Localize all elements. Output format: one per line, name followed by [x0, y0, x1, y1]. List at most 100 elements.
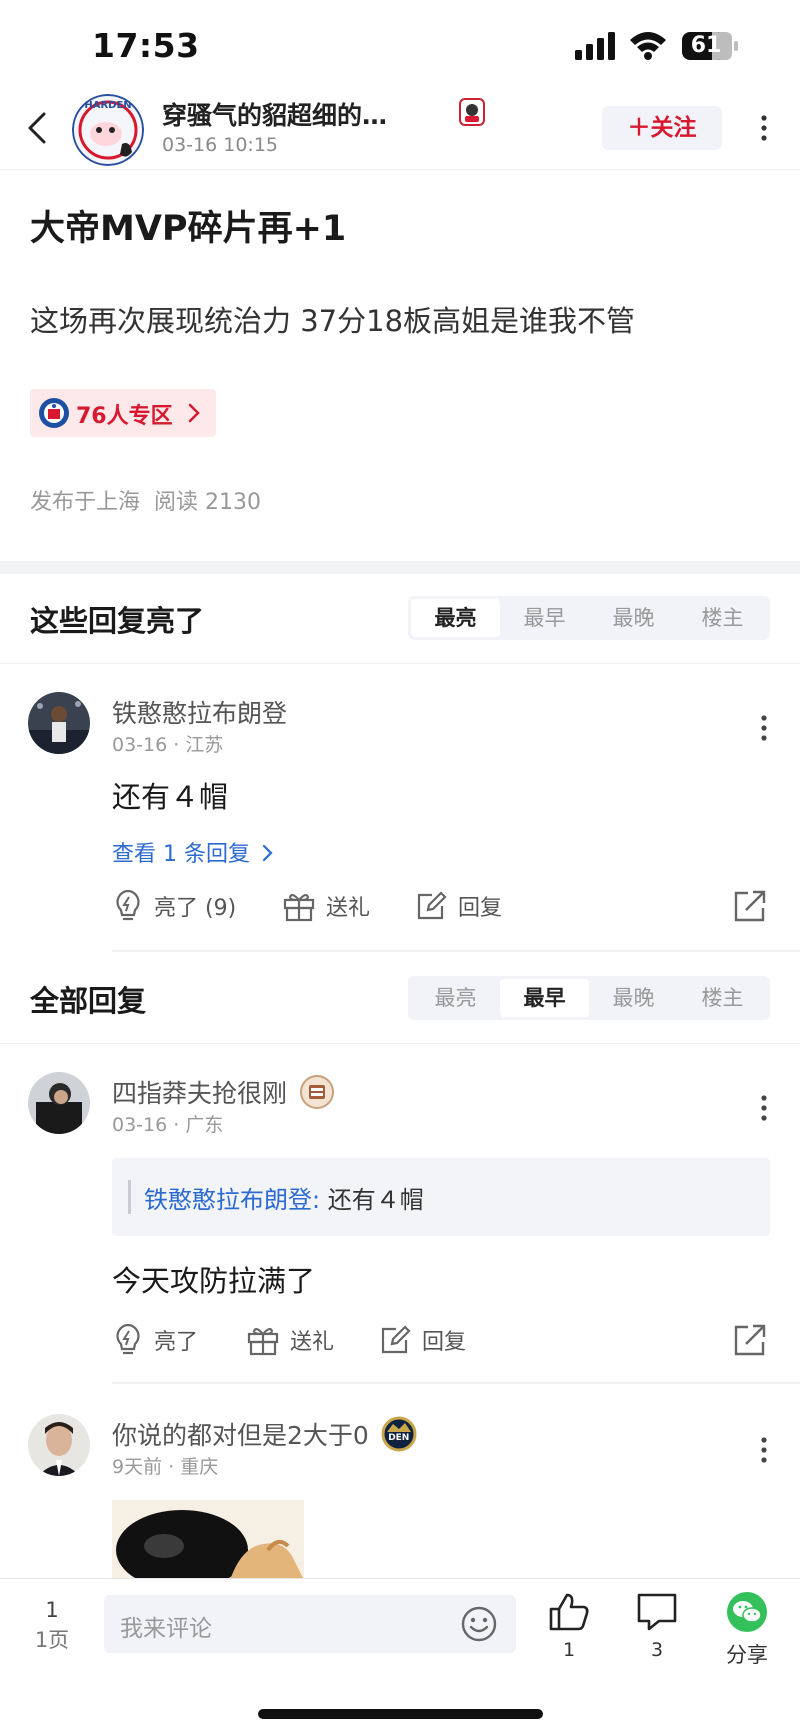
share-icon[interactable]: [732, 888, 768, 924]
user-avatar[interactable]: [28, 1414, 90, 1476]
sort-tab-op[interactable]: 楼主: [678, 599, 767, 637]
team-badge-icon: DEN: [381, 1416, 417, 1452]
comment-placeholder: 我来评论: [120, 1616, 212, 1642]
section-divider: [0, 561, 800, 574]
wifi-icon: [630, 32, 666, 60]
sort-tab-latest[interactable]: 最晚: [589, 599, 678, 637]
reply-actions: 亮了 送礼 回复: [112, 1318, 772, 1362]
section-title: 全部回复: [30, 984, 147, 1018]
back-arrow-icon[interactable]: [20, 108, 56, 148]
page-label: 1页: [34, 1628, 70, 1652]
status-time: 17:53: [92, 26, 200, 65]
emoji-icon[interactable]: [460, 1605, 498, 1643]
reply-divider: [112, 1382, 800, 1384]
reply-item: 四指莽夫抢很刚 03-16 · 广东 铁憨憨拉布朗登: 还有４帽 今天攻防拉满了…: [0, 1072, 800, 1372]
user-name[interactable]: 铁憨憨拉布朗登: [112, 694, 287, 730]
like-label: 亮了 (9): [154, 896, 237, 921]
author-name[interactable]: 穿骚气的貂超细的…: [162, 96, 452, 132]
comment-count: 3: [650, 1639, 664, 1661]
reply-item: 铁憨憨拉布朗登 03-16 · 江苏 还有４帽 查看 1 条回复 亮了 (9): [0, 692, 800, 952]
zone-tag[interactable]: 76人专区: [30, 389, 216, 437]
user-name[interactable]: 四指莽夫抢很刚: [112, 1074, 335, 1110]
reply-meta: 9天前 · 重庆: [112, 1456, 219, 1478]
sort-tab-earliest[interactable]: 最早: [500, 599, 589, 637]
view-replies-link[interactable]: 查看 1 条回复: [112, 836, 275, 868]
quote-bar: [128, 1180, 131, 1214]
quote-text: 铁憨憨拉布朗登: 还有４帽: [144, 1180, 424, 1215]
reply-button[interactable]: 回复: [378, 1318, 466, 1362]
more-options-icon[interactable]: [752, 1430, 776, 1470]
user-avatar[interactable]: [28, 692, 90, 754]
thumbs-up-icon: [549, 1593, 589, 1631]
reply-meta: 03-16 · 广东: [112, 1114, 224, 1136]
reply-divider: [112, 950, 800, 952]
post-title: 大帝MVP碎片再+1: [30, 209, 347, 249]
sort-tab-hot[interactable]: 最亮: [411, 979, 500, 1017]
edit-icon: [381, 1325, 411, 1354]
highlight-section-header: 这些回复亮了 最亮 最早 最晚 楼主: [0, 574, 800, 664]
sort-tabs: 最亮 最早 最晚 楼主: [408, 596, 770, 640]
like-button[interactable]: 亮了: [112, 1318, 198, 1362]
reply-image[interactable]: [112, 1500, 304, 1580]
reply-button[interactable]: 回复: [414, 884, 502, 928]
avatar-text: HARDEN: [84, 100, 132, 111]
gift-button[interactable]: 送礼: [246, 1318, 334, 1362]
like-button[interactable]: 亮了 (9): [112, 884, 236, 928]
share-button[interactable]: 分享: [712, 1591, 782, 1669]
user-avatar[interactable]: [28, 1072, 90, 1134]
like-post-button[interactable]: 1: [534, 1591, 604, 1661]
all-section-header: 全部回复 最亮 最早 最晚 楼主: [0, 954, 800, 1044]
user-name[interactable]: 你说的都对但是2大于0 DEN: [112, 1416, 417, 1452]
zone-label: 76人专区: [76, 404, 173, 429]
page-current: 1: [45, 1598, 59, 1622]
more-options-icon[interactable]: [752, 108, 776, 148]
battery-level: 61: [690, 33, 722, 58]
chevron-right-icon: [188, 403, 200, 423]
reply-actions: 亮了 (9) 送礼 回复: [112, 884, 772, 928]
more-options-icon[interactable]: [752, 708, 776, 748]
cellular-signal-icon: [575, 32, 615, 60]
post-header: HARDEN 穿骚气的貂超细的… 03-16 10:15 ＋关注: [0, 90, 800, 170]
more-options-icon[interactable]: [752, 1088, 776, 1128]
sort-tab-hot[interactable]: 最亮: [411, 599, 500, 637]
gift-button[interactable]: 送礼: [282, 884, 370, 928]
wechat-icon: [727, 1592, 767, 1632]
gift-label: 送礼: [326, 896, 371, 921]
sort-tab-latest[interactable]: 最晚: [589, 979, 678, 1017]
comments-button[interactable]: 3: [622, 1591, 692, 1661]
home-indicator[interactable]: [258, 1709, 543, 1719]
author-avatar[interactable]: HARDEN: [72, 94, 144, 166]
comment-icon: [637, 1593, 677, 1631]
bottom-bar: 1 1页 我来评论 1 3 分享: [0, 1578, 800, 1731]
share-label: 分享: [726, 1643, 768, 1667]
lightbulb-icon: [116, 1323, 140, 1355]
view-replies-label: 查看 1 条回复: [112, 842, 250, 867]
comment-input[interactable]: 我来评论: [104, 1595, 516, 1653]
user-badge-icon: [299, 1075, 334, 1109]
sort-tab-earliest[interactable]: 最早: [500, 979, 589, 1017]
gift-icon: [247, 1328, 279, 1356]
user-name-label: 四指莽夫抢很刚: [112, 1079, 288, 1108]
like-label: 亮了: [154, 1330, 199, 1355]
reply-label: 回复: [422, 1330, 467, 1355]
quoted-reply[interactable]: 铁憨憨拉布朗登: 还有４帽: [112, 1158, 770, 1236]
team-badge-label: DEN: [388, 1433, 410, 1443]
quote-author: 铁憨憨拉布朗登:: [144, 1186, 321, 1214]
quote-content: 还有４帽: [320, 1186, 424, 1214]
page-indicator[interactable]: 1 1页: [30, 1595, 74, 1655]
user-badge-icon: [459, 98, 485, 126]
user-name-label: 你说的都对但是2大于0: [112, 1421, 369, 1450]
sort-tab-op[interactable]: 楼主: [678, 979, 767, 1017]
status-bar: 17:53 61: [0, 0, 800, 90]
share-icon[interactable]: [732, 1322, 768, 1358]
reply-content: 还有４帽: [112, 780, 229, 814]
post-meta: 发布于上海 阅读 2130: [30, 490, 261, 515]
gift-label: 送礼: [290, 1330, 335, 1355]
section-title: 这些回复亮了: [30, 604, 205, 638]
follow-button[interactable]: ＋关注: [602, 106, 722, 150]
battery-icon: 61: [682, 32, 738, 60]
reply-meta: 03-16 · 江苏: [112, 734, 224, 756]
gift-icon: [283, 894, 315, 922]
team-logo-icon: [39, 398, 69, 428]
chevron-right-icon: [262, 844, 273, 862]
